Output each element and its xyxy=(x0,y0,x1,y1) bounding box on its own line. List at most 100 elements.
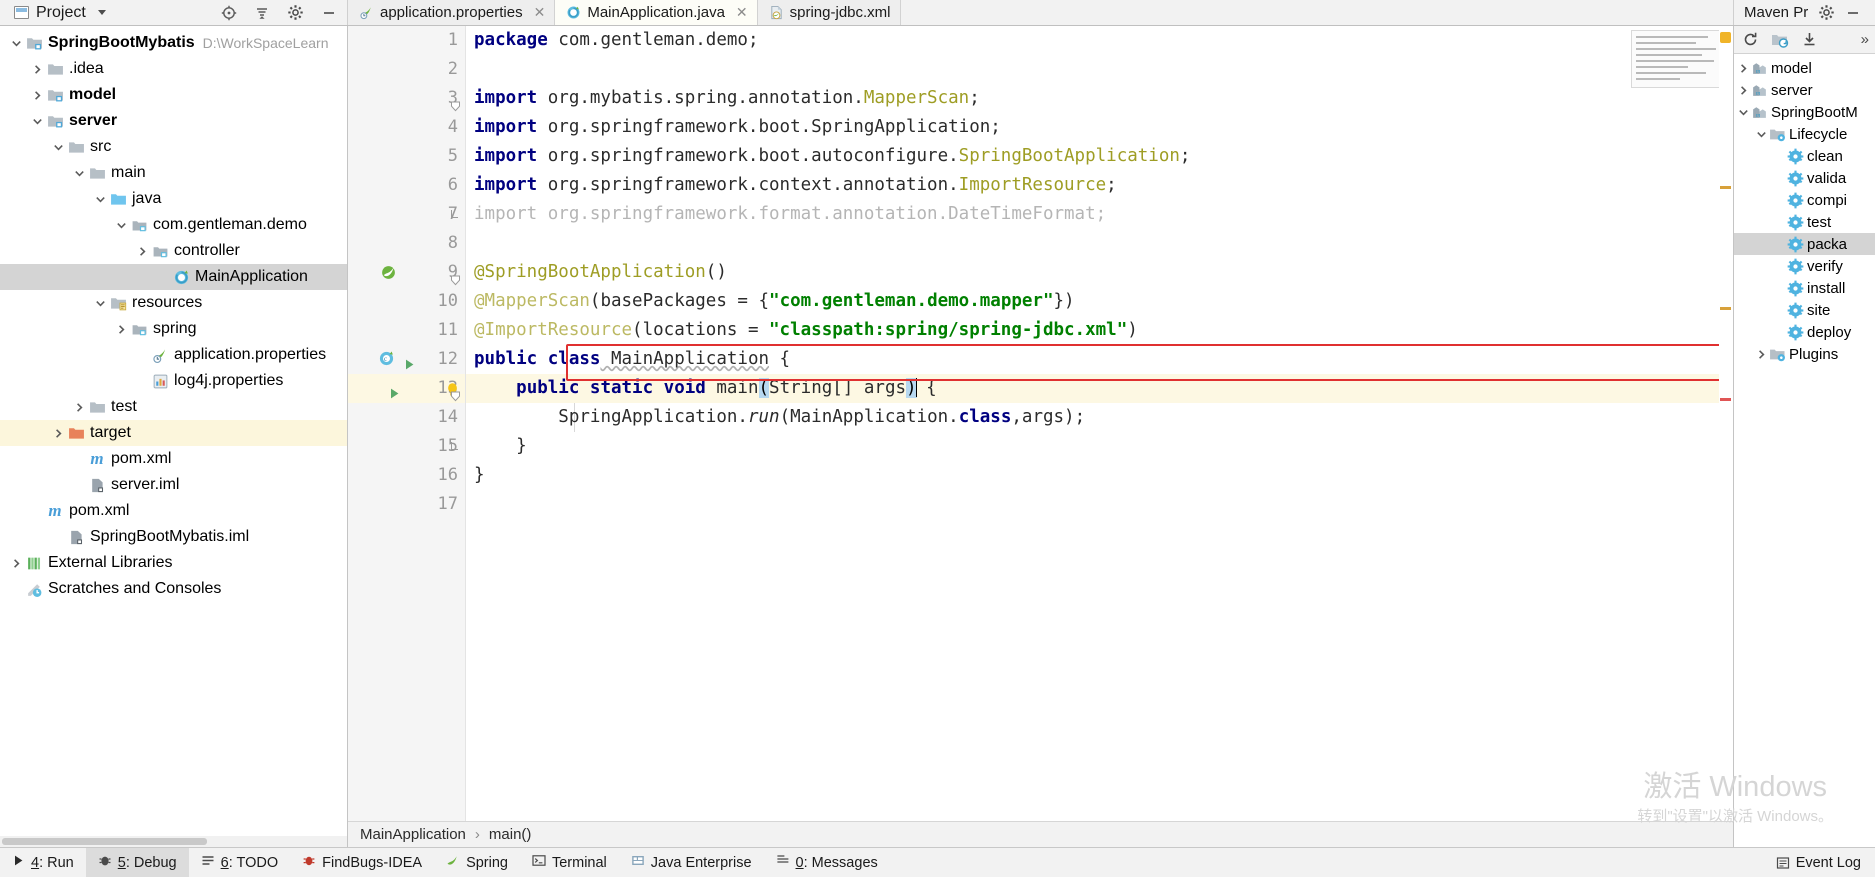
tree-item-idea[interactable]: .idea xyxy=(0,56,347,82)
tree-expand-arrow[interactable] xyxy=(92,194,108,205)
tree-item-pom-xml[interactable]: m pom.xml xyxy=(0,498,347,524)
breadcrumb-item-class[interactable]: MainApplication xyxy=(360,826,466,843)
scrollbar-thumb[interactable] xyxy=(2,838,207,845)
maven-item-valida[interactable]: valida xyxy=(1734,167,1875,189)
status-item-messages[interactable]: 0: Messages xyxy=(764,848,890,877)
maven-item-compi[interactable]: compi xyxy=(1734,189,1875,211)
locate-icon[interactable] xyxy=(221,5,237,21)
tree-item-controller[interactable]: controller xyxy=(0,238,347,264)
warning-stripe[interactable] xyxy=(1720,186,1731,189)
maven-item-lifecycle[interactable]: Lifecycle xyxy=(1734,123,1875,145)
tree-expand-arrow[interactable] xyxy=(29,64,45,75)
gutter-line-11[interactable]: 11 xyxy=(348,316,465,345)
close-icon[interactable]: ✕ xyxy=(534,4,546,21)
gutter-line-10[interactable]: 10 xyxy=(348,287,465,316)
tree-item-test[interactable]: test xyxy=(0,394,347,420)
tree-item-spring[interactable]: spring xyxy=(0,316,347,342)
gutter-line-5[interactable]: 5 xyxy=(348,142,465,171)
event-log-area[interactable]: Event Log xyxy=(1776,855,1875,871)
maven-item-verify[interactable]: verify xyxy=(1734,255,1875,277)
tree-expand-arrow[interactable] xyxy=(113,324,129,335)
status-item-spring[interactable]: Spring xyxy=(434,848,520,877)
status-item-findbugs-idea[interactable]: FindBugs-IDEA xyxy=(290,848,434,877)
tree-item-springbootmybatis[interactable]: SpringBootMybatis D:\WorkSpaceLearn xyxy=(0,30,347,56)
gutter-line-13[interactable]: 13 xyxy=(348,374,465,403)
tree-expand-arrow[interactable] xyxy=(50,142,66,153)
tree-item-server-iml[interactable]: server.iml xyxy=(0,472,347,498)
maven-item-test[interactable]: test xyxy=(1734,211,1875,233)
editor-gutter[interactable]: 1 2 3 4 5 6 7 8 9 10 11 12 c 13 14 15 16 17 xyxy=(348,26,466,821)
chevron-down-icon[interactable] xyxy=(97,10,106,15)
maven-projects-panel[interactable]: » m model m server m SpringBootM Lifecycle clea… xyxy=(1733,26,1875,847)
hide-icon[interactable] xyxy=(321,5,337,21)
gutter-line-9[interactable]: 9 xyxy=(348,258,465,287)
gear-icon[interactable] xyxy=(287,4,304,21)
refresh-icon[interactable] xyxy=(1742,31,1759,48)
tab-spring-jdbc-xml[interactable]: spring-jdbc.xml xyxy=(757,0,901,25)
warning-marker[interactable] xyxy=(1720,32,1731,43)
close-icon[interactable]: ✕ xyxy=(736,4,748,21)
gutter-line-17[interactable]: 17 xyxy=(348,490,465,519)
tree-item-main[interactable]: main xyxy=(0,160,347,186)
tree-item-resources[interactable]: resources xyxy=(0,290,347,316)
status-item-terminal[interactable]: Terminal xyxy=(520,848,619,877)
error-stripe-gutter[interactable] xyxy=(1719,26,1733,821)
status-item-todo[interactable]: 6: TODO xyxy=(189,848,291,877)
tree-expand-arrow[interactable] xyxy=(29,116,45,127)
maven-expand-arrow[interactable] xyxy=(1736,63,1750,74)
tree-item-application-properties[interactable]: application.properties xyxy=(0,342,347,368)
tree-item-model[interactable]: model xyxy=(0,82,347,108)
reimport-icon[interactable] xyxy=(1771,32,1789,48)
gutter-line-2[interactable]: 2 xyxy=(348,55,465,84)
maven-item-plugins[interactable]: Plugins xyxy=(1734,343,1875,365)
tree-expand-arrow[interactable] xyxy=(92,298,108,309)
download-sources-icon[interactable] xyxy=(1801,31,1818,48)
maven-item-server[interactable]: m server xyxy=(1734,79,1875,101)
maven-expand-arrow[interactable] xyxy=(1754,129,1768,140)
tree-expand-arrow[interactable] xyxy=(29,90,45,101)
gutter-line-7[interactable]: 7 xyxy=(348,200,465,229)
code-lines[interactable]: package com.gentleman.demo; import org.m… xyxy=(466,26,1733,821)
tree-expand-arrow[interactable] xyxy=(134,246,150,257)
status-item-debug[interactable]: 5: Debug xyxy=(85,848,189,877)
fold-end-marker[interactable] xyxy=(451,210,458,218)
code-area[interactable]: 1 2 3 4 5 6 7 8 9 10 11 12 c 13 14 15 16 17 package com.g… xyxy=(348,26,1733,821)
maven-item-packa[interactable]: packa xyxy=(1734,233,1875,255)
tree-item-pom-xml[interactable]: m pom.xml xyxy=(0,446,347,472)
breadcrumb-item-method[interactable]: main() xyxy=(489,826,532,843)
tree-item-java[interactable]: java xyxy=(0,186,347,212)
gutter-line-12[interactable]: 12 c xyxy=(348,345,465,374)
tab-mainapplication-java[interactable]: MainApplication.java ✕ xyxy=(555,0,758,25)
maven-item-model[interactable]: m model xyxy=(1734,57,1875,79)
gutter-line-1[interactable]: 1 xyxy=(348,26,465,55)
project-tree-panel[interactable]: SpringBootMybatis D:\WorkSpaceLearn .idea m… xyxy=(0,26,348,847)
tree-expand-arrow[interactable] xyxy=(71,168,87,179)
tree-item-server[interactable]: server xyxy=(0,108,347,134)
maven-expand-arrow[interactable] xyxy=(1736,85,1750,96)
tree-item-src[interactable]: src xyxy=(0,134,347,160)
tree-item-scratches-and-consoles[interactable]: Scratches and Consoles xyxy=(0,576,347,602)
tree-item-com-gentleman-demo[interactable]: com.gentleman.demo xyxy=(0,212,347,238)
warning-stripe[interactable] xyxy=(1720,307,1731,310)
maven-expand-arrow[interactable] xyxy=(1736,107,1750,118)
error-stripe[interactable] xyxy=(1720,398,1731,401)
maven-item-install[interactable]: install xyxy=(1734,277,1875,299)
maven-item-site[interactable]: site xyxy=(1734,299,1875,321)
gutter-line-15[interactable]: 15 xyxy=(348,432,465,461)
code-editor[interactable]: 1 2 3 4 5 6 7 8 9 10 11 12 c 13 14 15 16 17 package com.g… xyxy=(348,26,1733,847)
fold-end-marker[interactable] xyxy=(451,442,458,450)
tree-expand-arrow[interactable] xyxy=(8,558,24,569)
event-log-label[interactable]: Event Log xyxy=(1796,855,1861,871)
gutter-line-3[interactable]: 3 xyxy=(348,84,465,113)
tree-expand-arrow[interactable] xyxy=(50,428,66,439)
tree-expand-arrow[interactable] xyxy=(8,38,24,49)
tree-expand-arrow[interactable] xyxy=(113,220,129,231)
gear-icon[interactable] xyxy=(1818,4,1835,21)
tree-item-target[interactable]: target xyxy=(0,420,347,446)
spring-bean-icon[interactable] xyxy=(380,264,397,281)
gutter-line-16[interactable]: 16 xyxy=(348,461,465,490)
maven-item-deploy[interactable]: deploy xyxy=(1734,321,1875,343)
tree-item-log4j-properties[interactable]: log4j.properties xyxy=(0,368,347,394)
spring-class-icon[interactable]: c xyxy=(378,350,395,367)
tree-item-mainapplication[interactable]: MainApplication xyxy=(0,264,347,290)
